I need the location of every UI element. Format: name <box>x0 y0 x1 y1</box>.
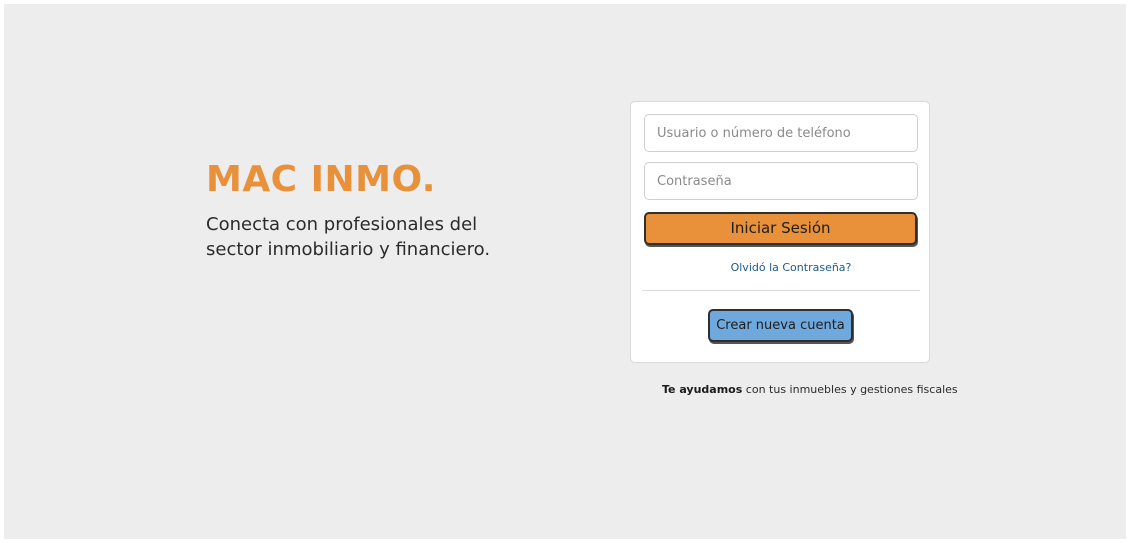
footer-note: Te ayudamos con tus inmuebles y gestione… <box>662 383 958 396</box>
password-input[interactable] <box>644 162 918 200</box>
forgot-password-link[interactable]: Olvidó la Contraseña? <box>631 261 951 274</box>
brand-tagline: Conecta con profesionales del sector inm… <box>206 214 491 260</box>
create-account-button[interactable]: Crear nueva cuenta <box>708 309 853 342</box>
footer-text: con tus inmuebles y gestiones fiscales <box>742 383 958 396</box>
divider <box>642 290 920 291</box>
login-button[interactable]: Iniciar Sesión <box>644 212 917 245</box>
footer-emphasis: Te ayudamos <box>662 383 743 396</box>
brand-logo: MAC INMO. <box>206 159 436 200</box>
login-card: Iniciar Sesión Olvidó la Contraseña? Cre… <box>630 101 930 363</box>
page-background: MAC INMO. Conecta con profesionales del … <box>4 4 1126 539</box>
username-input[interactable] <box>644 114 918 152</box>
